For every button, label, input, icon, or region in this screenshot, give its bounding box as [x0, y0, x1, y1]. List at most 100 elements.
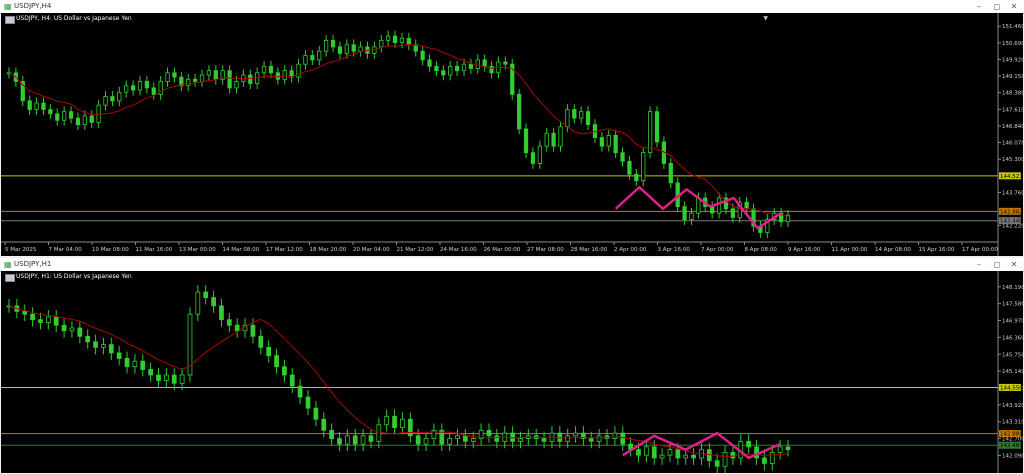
candle-body [137, 81, 143, 91]
time-tick-label: 20 Mar 04:00 [353, 247, 390, 253]
candle-body [434, 65, 439, 72]
candle-body [30, 313, 35, 321]
candle-body [648, 111, 653, 154]
candle-body [744, 201, 749, 210]
candle-body [482, 59, 487, 67]
price-tick-label: 146.970 [1002, 319, 1023, 325]
time-tick-label: 8 Apr 08:00 [745, 247, 778, 253]
minimize-button[interactable]: – [972, 1, 986, 12]
time-tick-label: 17 Mar 12:00 [266, 247, 303, 253]
candle-body [588, 438, 594, 442]
candle-body [441, 70, 446, 76]
candle-body [627, 160, 632, 175]
price-tick-label: 145.140 [1002, 369, 1023, 375]
minimize-button[interactable]: – [972, 259, 986, 270]
candle-body [275, 72, 280, 80]
candle-body [620, 432, 626, 445]
candle-body [48, 109, 53, 115]
candle-body [392, 35, 398, 43]
time-tick-label: 2 Apr 00:00 [614, 247, 647, 253]
candle-body [358, 46, 363, 52]
price-tick-label: 147.580 [1002, 302, 1023, 308]
candle-body [517, 93, 522, 130]
price-chart[interactable]: 151.460 150.690 149.920 149.150 148.380 147.6… [1, 13, 1023, 256]
candle-body [179, 374, 185, 384]
close-button[interactable]: ✕ [1007, 1, 1021, 12]
candle-body [558, 126, 563, 147]
candle-body [124, 85, 129, 93]
chart-window-h4[interactable]: ▦ USDJPY,H4 – ◻ ✕ 151.460 150.690 149.920 1… [0, 0, 1024, 258]
candle-body [234, 81, 239, 89]
candle-body [399, 37, 405, 43]
price-tick-label: 150.690 [1002, 41, 1023, 47]
window-title: USDJPY,H1 [14, 260, 52, 268]
price-chart[interactable]: 148.190 147.580 146.970 146.360 145.750 145.1… [1, 271, 1023, 473]
candle-body [250, 324, 256, 337]
candle-body [69, 327, 75, 332]
candle-body [27, 100, 32, 110]
level-price-label: 142.880 [1000, 432, 1023, 438]
candle-body [651, 446, 657, 459]
candle-body [384, 416, 390, 426]
time-tick-label: 24 Mar 16:00 [440, 247, 477, 253]
candle-body [392, 416, 397, 428]
chart-shift-marker-icon[interactable]: ▼ [763, 15, 768, 22]
candle-body [45, 316, 51, 323]
time-tick-label: 7 Apr 00:00 [701, 247, 734, 253]
level-price-label: 142.448 [1000, 219, 1023, 225]
candle-body [769, 452, 775, 464]
candle-body [330, 40, 336, 48]
candle-body [310, 55, 315, 61]
symbol-flag-icon [5, 16, 15, 24]
chart-window-h1[interactable]: ▦ USDJPY,H1 – ◻ ✕ 148.190 147.580 146.970 1… [0, 258, 1024, 474]
candle-body [313, 407, 319, 420]
restore-button[interactable]: ◻ [990, 259, 1004, 270]
candle-body [386, 35, 391, 41]
time-tick-label: 14 Mar 08:00 [223, 247, 260, 253]
candle-body [151, 87, 156, 95]
candle-body [777, 446, 783, 453]
candle-body [691, 454, 696, 459]
candle-body [447, 438, 453, 445]
time-tick-label: 27 Mar 08:00 [527, 247, 564, 253]
candle-body [551, 132, 556, 147]
level-price-label: 144.550 [1000, 385, 1023, 391]
candle-body [557, 432, 563, 442]
time-tick-label: 11 Mar 16:00 [136, 247, 173, 253]
candle-body [108, 344, 114, 354]
candle-body [420, 50, 425, 61]
candle-body [537, 145, 542, 164]
candle-body [258, 335, 264, 348]
candle-body [124, 358, 130, 368]
candle-body [448, 65, 453, 76]
candle-body [415, 435, 421, 445]
close-button[interactable]: ✕ [1007, 259, 1021, 270]
price-tick-label: 149.920 [1002, 57, 1023, 63]
price-tick-label: 145.300 [1002, 157, 1023, 163]
candle-body [213, 70, 218, 80]
candle-body [344, 44, 349, 54]
candle-body [730, 452, 736, 459]
candle-body [620, 152, 625, 162]
candle-body [329, 429, 334, 439]
time-tick-label: 11 Apr 00:00 [832, 247, 868, 253]
candle-body [714, 460, 720, 467]
price-tick-label: 147.610 [1002, 107, 1023, 113]
candlestick-chart-svg[interactable]: 151.460 150.690 149.920 149.150 148.380 147.6… [1, 13, 1023, 256]
candle-body [689, 212, 694, 220]
symbol-flag-icon [5, 274, 15, 282]
price-tick-label: 149.150 [1002, 74, 1023, 80]
window-titlebar[interactable]: ▦ USDJPY,H4 – ◻ ✕ [0, 0, 1024, 14]
candle-body [130, 85, 136, 91]
candle-body [427, 59, 432, 67]
candle-body [93, 341, 98, 348]
candle-body [762, 457, 767, 464]
window-titlebar[interactable]: ▦ USDJPY,H1 – ◻ ✕ [0, 258, 1024, 272]
restore-button[interactable]: ◻ [990, 1, 1004, 12]
candle-body [596, 435, 602, 442]
candle-body [368, 435, 374, 442]
candle-body [140, 360, 146, 370]
candle-body [305, 396, 311, 409]
candlestick-chart-svg[interactable]: 148.190 147.580 146.970 146.360 145.750 145.1… [1, 271, 1023, 473]
candle-body [61, 324, 67, 332]
